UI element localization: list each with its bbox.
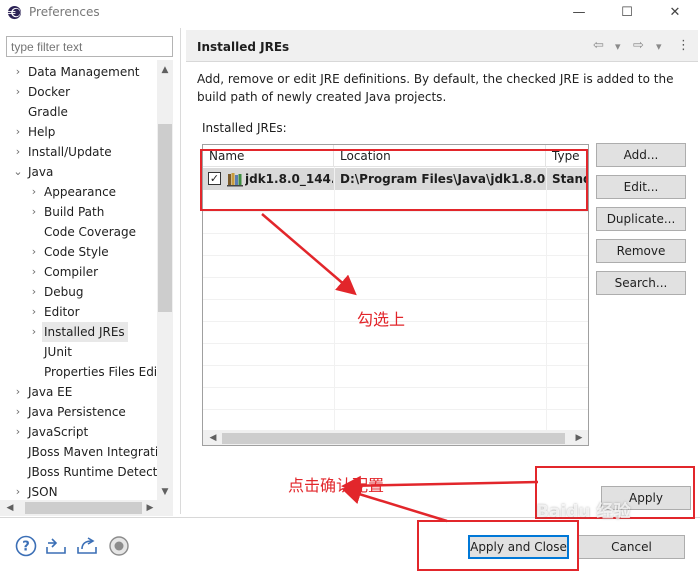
collapsed-chevron-icon[interactable]: ›: [29, 182, 39, 202]
tree-item[interactable]: Data Management: [28, 62, 140, 82]
tree-item[interactable]: JBoss Maven Integrati: [28, 442, 158, 462]
maximize-button[interactable]: ☐: [604, 0, 650, 26]
tree-item[interactable]: Help: [28, 122, 55, 142]
collapsed-chevron-icon[interactable]: ›: [29, 242, 39, 262]
watermark: Baidu 经验: [536, 502, 631, 522]
help-icon[interactable]: ?: [15, 535, 37, 557]
empty-row: [203, 234, 588, 256]
scroll-up-icon[interactable]: ▲: [157, 62, 173, 78]
empty-row: [203, 388, 588, 410]
close-button[interactable]: ✕: [652, 0, 698, 26]
tree-item[interactable]: JUnit: [44, 342, 72, 362]
collapsed-chevron-icon[interactable]: ›: [13, 122, 23, 142]
tree-item[interactable]: Properties Files Edi: [44, 362, 157, 382]
tree-item[interactable]: Java Persistence: [28, 402, 126, 422]
close-icon: ✕: [669, 5, 681, 20]
collapsed-chevron-icon[interactable]: ›: [29, 202, 39, 222]
oomph-record-icon[interactable]: [108, 535, 130, 557]
edit-button[interactable]: Edit...: [596, 175, 686, 199]
annotation-apply-note: 点击确认配置: [288, 476, 385, 495]
scroll-right-icon[interactable]: ▶: [571, 430, 587, 445]
preference-tree: › Data Management › Docker Gradle › Help › Insta…: [0, 60, 174, 500]
collapsed-chevron-icon[interactable]: ›: [13, 402, 23, 422]
tree-item[interactable]: Code Style: [44, 242, 109, 262]
tree-item[interactable]: Debug: [44, 282, 83, 302]
empty-row: [203, 344, 588, 366]
window-title: Preferences: [29, 5, 100, 19]
collapsed-chevron-icon[interactable]: ›: [29, 262, 39, 282]
collapsed-chevron-icon[interactable]: ›: [13, 482, 23, 500]
panel-divider[interactable]: [180, 28, 181, 514]
tree-item[interactable]: Build Path: [44, 202, 104, 222]
tree-item[interactable]: Editor: [44, 302, 80, 322]
tree-item[interactable]: JSON: [28, 482, 58, 500]
tree-item[interactable]: Gradle: [28, 102, 68, 122]
forward-arrow-icon[interactable]: ⇨: [633, 38, 644, 53]
back-arrow-icon[interactable]: ⇦: [593, 38, 604, 53]
empty-row: [203, 278, 588, 300]
search-button[interactable]: Search...: [596, 271, 686, 295]
annotation-box-apply-close: [417, 520, 579, 571]
duplicate-button[interactable]: Duplicate...: [596, 207, 686, 231]
tree-item[interactable]: Code Coverage: [44, 222, 136, 242]
page-description: Add, remove or edit JRE definitions. By …: [197, 72, 674, 104]
table-horizontal-scroll-thumb[interactable]: [222, 433, 565, 444]
collapsed-chevron-icon[interactable]: ›: [13, 422, 23, 442]
title-bar: Preferences — ☐ ✕: [0, 0, 700, 26]
tree-item[interactable]: JBoss Runtime Detecti: [28, 462, 161, 482]
scroll-down-icon[interactable]: ▼: [157, 484, 173, 500]
page-title: Installed JREs: [197, 40, 290, 54]
tree-item[interactable]: Appearance: [44, 182, 116, 202]
scroll-left-icon[interactable]: ◀: [2, 500, 18, 516]
annotation-check-note: 勾选上: [357, 310, 406, 329]
tree-item[interactable]: Compiler: [44, 262, 98, 282]
empty-row: [203, 212, 588, 234]
export-icon[interactable]: [76, 535, 98, 557]
back-dropdown-icon[interactable]: ▾: [615, 40, 621, 53]
expanded-chevron-icon[interactable]: ⌄: [13, 162, 23, 182]
view-menu-icon[interactable]: ⋮: [677, 38, 690, 53]
svg-text:?: ?: [22, 540, 30, 555]
remove-button[interactable]: Remove: [596, 239, 686, 263]
collapsed-chevron-icon[interactable]: ›: [29, 322, 39, 342]
collapsed-chevron-icon[interactable]: ›: [29, 282, 39, 302]
forward-dropdown-icon[interactable]: ▾: [656, 40, 662, 53]
tree-horizontal-scroll-thumb[interactable]: [25, 502, 142, 514]
maximize-icon: ☐: [621, 5, 633, 20]
empty-row: [203, 366, 588, 388]
tree-item[interactable]: Java: [28, 162, 53, 182]
cancel-button[interactable]: Cancel: [578, 535, 685, 559]
collapsed-chevron-icon[interactable]: ›: [13, 62, 23, 82]
collapsed-chevron-icon[interactable]: ›: [13, 142, 23, 162]
add-button[interactable]: Add...: [596, 143, 686, 167]
scroll-right-icon[interactable]: ▶: [142, 500, 158, 516]
minimize-icon: —: [572, 5, 586, 20]
tree-vertical-scroll-thumb[interactable]: [158, 124, 172, 312]
tree-item[interactable]: Installed JREs: [42, 322, 128, 342]
tree-item[interactable]: Install/Update: [28, 142, 112, 162]
eclipse-app-icon: [7, 5, 22, 20]
tree-item[interactable]: JavaScript: [28, 422, 88, 442]
tree-item[interactable]: Docker: [28, 82, 70, 102]
collapsed-chevron-icon[interactable]: ›: [13, 82, 23, 102]
collapsed-chevron-icon[interactable]: ›: [29, 302, 39, 322]
tree-item[interactable]: Java EE: [28, 382, 72, 402]
import-icon[interactable]: [45, 535, 67, 557]
collapsed-chevron-icon[interactable]: ›: [13, 382, 23, 402]
minimize-button[interactable]: —: [556, 0, 602, 26]
installed-jres-label: Installed JREs:: [202, 121, 287, 135]
empty-row: [203, 256, 588, 278]
scroll-left-icon[interactable]: ◀: [205, 430, 221, 445]
filter-input[interactable]: [6, 36, 173, 57]
annotation-box-jre-row: [200, 149, 588, 211]
